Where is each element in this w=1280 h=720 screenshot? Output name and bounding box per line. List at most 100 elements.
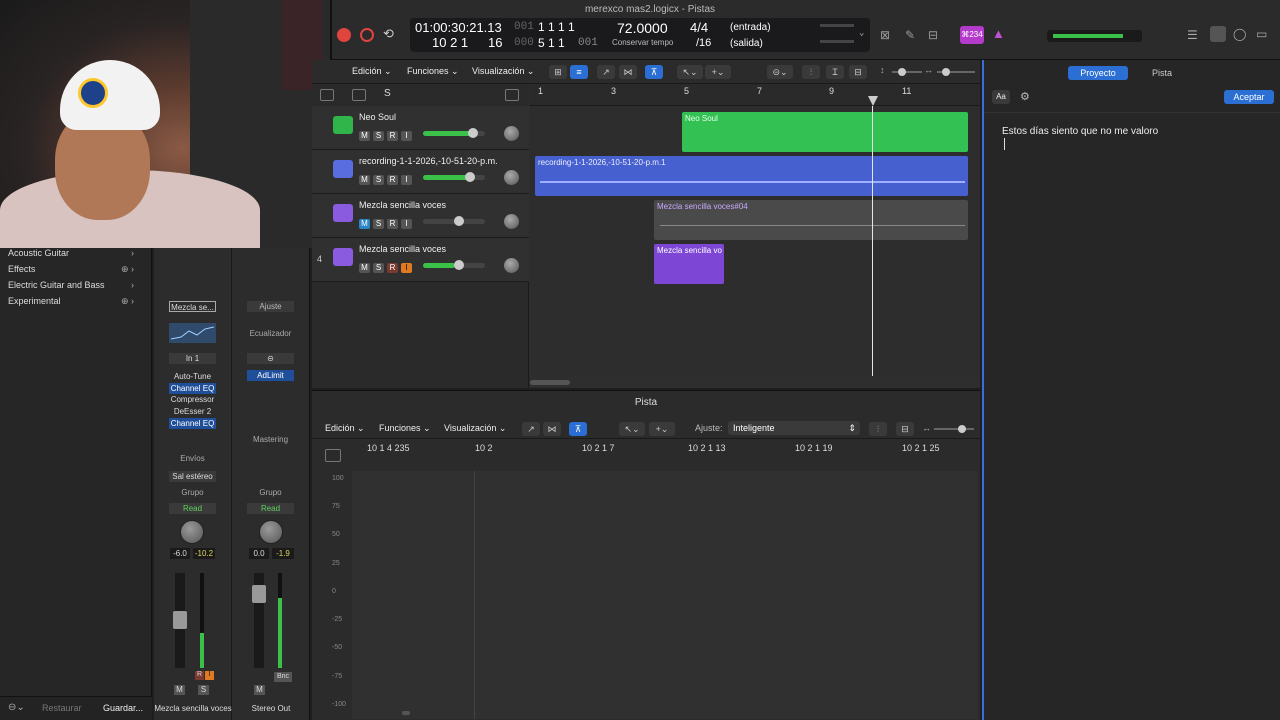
add-chevron-icon[interactable]: ⊕ › xyxy=(121,264,134,275)
track-row[interactable]: Mezcla sencilla voces MSRI xyxy=(312,194,529,238)
pan-knob[interactable] xyxy=(504,258,519,273)
horizontal-zoom-icon[interactable]: ↔ xyxy=(922,423,931,433)
solo-button[interactable]: S xyxy=(373,219,384,229)
add-tool-icon[interactable]: +⌄ xyxy=(649,422,675,436)
waveform-zoom-icon[interactable]: ⫶ xyxy=(869,422,887,436)
mute-button[interactable]: M xyxy=(359,131,370,141)
horizontal-zoom-icon[interactable]: ↔ xyxy=(924,65,933,75)
volume-readout[interactable]: 0.0 xyxy=(249,548,269,559)
zoom-horizontal-icon[interactable]: ⊟ xyxy=(849,65,867,79)
horizontal-zoom-slider[interactable] xyxy=(937,68,975,76)
mastering-slot[interactable]: Mastering xyxy=(247,434,294,445)
track-volume-slider[interactable] xyxy=(423,260,485,270)
flex-icon[interactable]: ⋈ xyxy=(543,422,561,436)
flex-icon[interactable]: ⋈ xyxy=(619,65,637,79)
record-button[interactable]: R xyxy=(387,175,398,185)
key-command-badge[interactable]: ⌘234 xyxy=(960,26,984,44)
chevron-right-icon[interactable]: › xyxy=(131,280,134,290)
library-item[interactable]: Effects ⊕ › xyxy=(8,264,148,274)
save-button[interactable]: Guardar... xyxy=(103,703,143,713)
track-volume-slider[interactable] xyxy=(423,172,485,182)
plugin-slot[interactable]: Channel EQ xyxy=(169,418,216,429)
menu-edit[interactable]: Edición ⌄ xyxy=(352,66,392,77)
duplicate-track-icon[interactable] xyxy=(352,89,366,101)
output-slot[interactable]: Sal estéreo xyxy=(169,471,216,482)
volume-fader-track[interactable] xyxy=(173,573,187,668)
zoom-vertical-icon[interactable]: Ɪ xyxy=(826,65,844,79)
strip-name[interactable]: Stereo Out xyxy=(232,704,310,713)
pointer-tool-icon[interactable]: ↖⌄ xyxy=(677,65,703,79)
input-monitor-button[interactable]: I xyxy=(401,263,412,273)
library-item[interactable]: Experimental ⊕ › xyxy=(8,296,148,306)
slider-knob[interactable] xyxy=(898,68,906,76)
master-volume[interactable] xyxy=(1047,30,1142,42)
track-row[interactable]: 4 Mezcla sencilla voces MSRI xyxy=(312,238,529,282)
action-menu-icon[interactable]: ⊖⌄ xyxy=(8,702,25,713)
volume-readout[interactable]: -6.0 xyxy=(170,548,190,559)
input-monitor-button[interactable]: I xyxy=(205,671,214,680)
library-item[interactable]: Electric Guitar and Bass › xyxy=(8,280,148,290)
record-button[interactable]: R xyxy=(387,219,398,229)
setting-slot[interactable]: Mezcla se... xyxy=(169,301,216,312)
menu-view[interactable]: Visualización ⌄ xyxy=(444,423,506,434)
plugin-slot[interactable]: DeEsser 2 xyxy=(169,406,216,417)
automation-mode[interactable]: Read xyxy=(247,503,294,514)
track-icon-button[interactable] xyxy=(320,89,334,101)
playhead[interactable] xyxy=(872,106,873,376)
catch-icon[interactable]: ⊼ xyxy=(569,422,587,436)
plugin-slot[interactable]: AdLimit xyxy=(247,370,294,381)
smart-controls-icon[interactable]: ⊠ xyxy=(880,28,890,42)
setting-slot[interactable]: Ajuste xyxy=(247,301,294,312)
record-button[interactable] xyxy=(337,28,351,42)
automation-lane[interactable] xyxy=(352,471,978,719)
plugin-slot[interactable]: Channel EQ xyxy=(169,383,216,394)
browser-icon[interactable]: ▭ xyxy=(1256,27,1267,41)
pan-knob[interactable] xyxy=(259,520,283,544)
solo-button[interactable]: S xyxy=(198,685,209,695)
notes-panel-icon[interactable] xyxy=(1210,26,1226,42)
pointer-tool-icon[interactable]: ↖⌄ xyxy=(619,422,645,436)
add-chevron-icon[interactable]: ⊕ › xyxy=(121,296,134,307)
list-view-icon[interactable]: ≡ xyxy=(570,65,588,79)
note-text[interactable]: Estos días siento que no me valoro xyxy=(1002,126,1158,137)
restore-button[interactable]: Restaurar xyxy=(42,703,82,713)
group-slot[interactable]: Grupo xyxy=(169,487,216,498)
strip-name[interactable]: Mezcla sencilla voces xyxy=(154,704,232,713)
tab-track[interactable]: Pista xyxy=(1132,66,1192,80)
eq-slot[interactable]: Ecualizador xyxy=(247,328,294,339)
group-slot[interactable]: Grupo xyxy=(247,487,294,498)
division[interactable]: /16 xyxy=(696,37,711,49)
list-icon[interactable]: ☰ xyxy=(1187,28,1198,42)
pan-knob[interactable] xyxy=(504,214,519,229)
loops-icon[interactable]: ◯ xyxy=(1233,27,1246,41)
bar-ruler[interactable]: 1 3 5 7 9 11 xyxy=(530,84,980,106)
mute-button[interactable]: M xyxy=(254,685,265,695)
audio-region[interactable]: Mezcla sencilla voces#04 xyxy=(654,200,968,240)
slider-knob[interactable] xyxy=(958,425,966,433)
menu-functions[interactable]: Funciones ⌄ xyxy=(407,66,459,77)
region-icon-button[interactable] xyxy=(325,449,341,462)
solo-all-button[interactable]: S xyxy=(384,88,391,99)
track-row[interactable]: Neo Soul MSRI xyxy=(312,106,529,150)
record-button[interactable]: R xyxy=(387,131,398,141)
lcd-display[interactable]: 01:00:30:21.13 001 1 1 1 1 10 2 1 16 000… xyxy=(410,18,870,52)
mute-button[interactable]: M xyxy=(359,219,370,229)
time-signature[interactable]: 4/4 xyxy=(690,20,708,35)
record-button[interactable]: R xyxy=(387,263,398,273)
horizontal-zoom-slider[interactable] xyxy=(934,425,974,433)
horizontal-scrollbar[interactable] xyxy=(530,380,570,385)
track-row[interactable]: recording-1-1-2026,-10-51-20-p.m. MSRI xyxy=(312,150,529,194)
track-name[interactable]: Mezcla sencilla voces xyxy=(359,200,446,210)
cycle-icon[interactable]: ⟲ xyxy=(383,26,394,42)
volume-fader-handle[interactable] xyxy=(173,611,187,629)
menu-functions[interactable]: Funciones ⌄ xyxy=(379,423,431,434)
input-monitor-button[interactable]: I xyxy=(401,175,412,185)
capture-record-icon[interactable] xyxy=(360,28,374,42)
automation-icon[interactable]: ↗ xyxy=(597,65,615,79)
zoom-horizontal-icon[interactable]: ⊟ xyxy=(896,422,914,436)
track-name[interactable]: recording-1-1-2026,-10-51-20-p.m. xyxy=(359,156,498,166)
track-name[interactable]: Mezcla sencilla voces xyxy=(359,244,446,254)
volume-fader-handle[interactable] xyxy=(252,585,266,603)
record-enable-button[interactable]: R xyxy=(195,671,204,680)
pan-knob[interactable] xyxy=(504,170,519,185)
